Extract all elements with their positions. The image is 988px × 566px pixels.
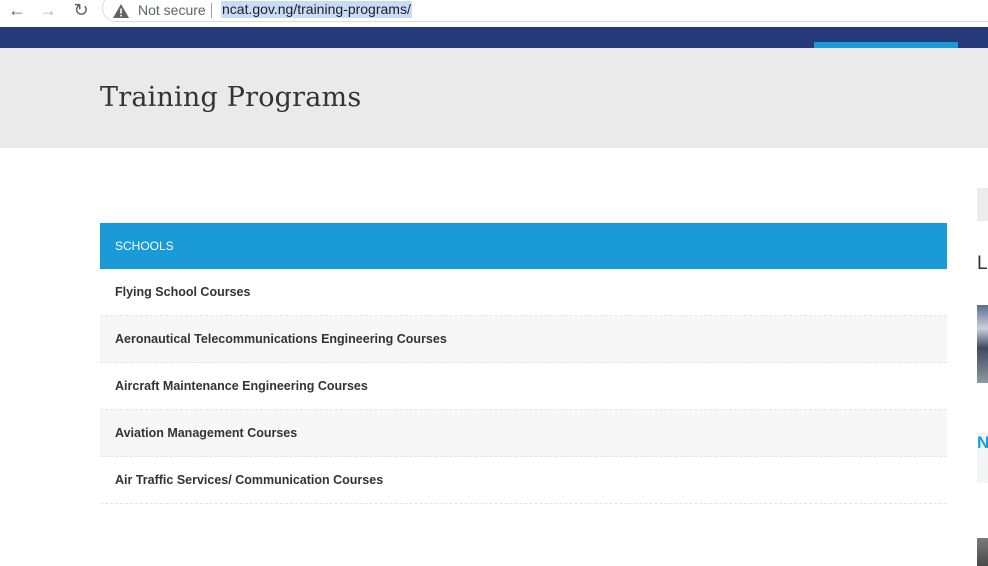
course-link-aviation-management[interactable]: Aviation Management Courses [100, 410, 947, 457]
reload-icon: ↻ [73, 0, 89, 20]
arrow-right-icon: → [39, 0, 57, 20]
schools-panel: SCHOOLS Flying School Courses Aeronautic… [100, 223, 947, 504]
page-title-banner: Training Programs [0, 48, 988, 148]
url-text[interactable]: ncat.gov.ng/training-programs/ [221, 1, 412, 18]
sidebar-thumbnail[interactable] [977, 305, 988, 383]
sidebar-heading: L [977, 253, 988, 274]
course-link-aeronautical-telecom[interactable]: Aeronautical Telecommunications Engineer… [100, 316, 947, 363]
schools-header: SCHOOLS [100, 223, 947, 269]
omnibox-divider [211, 3, 212, 18]
course-link-air-traffic-services[interactable]: Air Traffic Services/ Communication Cour… [100, 457, 947, 504]
sidebar-search-box[interactable] [977, 188, 988, 221]
address-bar[interactable]: Not secure ncat.gov.ng/training-programs… [102, 0, 988, 22]
course-link-flying-school[interactable]: Flying School Courses [100, 269, 947, 316]
warning-icon [113, 4, 129, 18]
course-link-aircraft-maintenance[interactable]: Aircraft Maintenance Engineering Courses [100, 363, 947, 410]
reload-button[interactable]: ↻ [70, 0, 92, 20]
security-label[interactable]: Not secure [138, 2, 206, 18]
sidebar-thumbnail-logo: N [977, 433, 988, 452]
arrow-left-icon: ← [8, 0, 26, 20]
site-navigation-bar [0, 27, 988, 48]
forward-button[interactable]: → [37, 0, 59, 20]
back-button[interactable]: ← [6, 0, 28, 20]
sidebar-thumbnail[interactable]: N [977, 433, 988, 483]
page-title: Training Programs [100, 82, 362, 113]
browser-toolbar: ← → ↻ Not secure ncat.gov.ng/training-pr… [0, 0, 988, 26]
sidebar-thumbnail[interactable] [977, 538, 988, 566]
